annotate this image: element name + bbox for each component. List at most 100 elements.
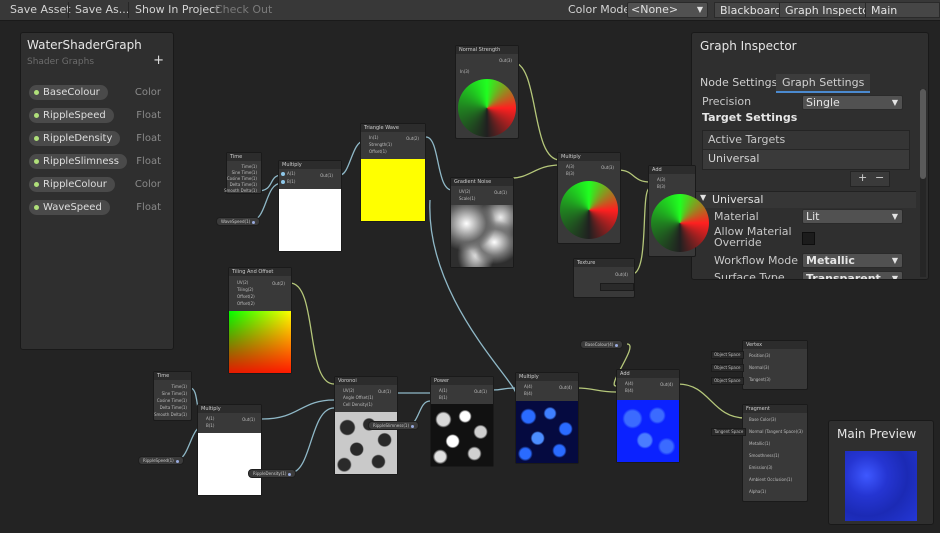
property-name: RippleDensity [43, 133, 113, 144]
surface-type-dropdown[interactable]: Transparent ▼ [802, 271, 903, 280]
port-label: Ambient Occlusion(1) [749, 477, 793, 482]
property-chip-ripple-slimness[interactable]: RippleSlimness(1) [368, 421, 420, 430]
port-label: Normal (Tangent Space)(3) [749, 429, 803, 434]
texture-slot[interactable] [600, 283, 634, 291]
node-time[interactable]: Time Time(1) Sine Time(1) Cosine Time(1)… [153, 371, 192, 421]
node-multiply[interactable]: Multiply A(3) B(3) Out(3) [557, 152, 621, 244]
property-row[interactable]: RippleSpeed Float [29, 108, 169, 123]
port-label: Out(4) [615, 272, 628, 277]
allow-override-checkbox[interactable] [802, 232, 815, 245]
property-name: RippleSpeed [43, 110, 106, 121]
node-title: Time [227, 153, 261, 161]
node-multiply[interactable]: Multiply A(1) B(1) Out(1) [197, 404, 262, 496]
port-dot-icon [175, 459, 179, 463]
master-stack-vertex[interactable]: Vertex Position(3) Normal(3) Tangent(3) [742, 340, 808, 390]
port-label: Out(3) [601, 165, 614, 170]
connection-wire [617, 169, 651, 183]
add-property-button[interactable]: + [153, 53, 164, 68]
property-name: RippleSlimness [43, 156, 119, 167]
property-chip-ripple-speed[interactable]: RippleSpeed(1) [138, 456, 184, 465]
active-targets-header: Active Targets [703, 131, 909, 150]
surface-type-value: Transparent [806, 272, 881, 280]
node-add[interactable]: Add A(4) B(4) Out(4) [616, 369, 680, 463]
port-label: Normal(3) [749, 365, 770, 370]
node-title: Triangle Wave [361, 124, 425, 132]
input-port[interactable] [281, 172, 285, 176]
node-normal-strength[interactable]: Normal Strength Out(3) In(3) [455, 45, 519, 139]
port-label: Out(4) [660, 382, 673, 387]
universal-section-label: Universal [712, 193, 764, 206]
property-row[interactable]: BaseColour Color [29, 85, 169, 100]
property-pill[interactable]: BaseColour [29, 85, 108, 100]
property-pill[interactable]: RippleDensity [29, 131, 121, 146]
property-row[interactable]: RippleColour Color [29, 177, 169, 192]
node-preview [229, 311, 291, 373]
property-pill[interactable]: RippleSlimness [29, 154, 127, 169]
property-chip-wave-speed[interactable]: WaveSpeed(1) [216, 217, 261, 226]
blackboard-subtitle: Shader Graphs [27, 57, 95, 67]
port-dot-icon [252, 220, 256, 224]
universal-section-header[interactable]: ▼ Universal [694, 191, 916, 208]
node-triangle-wave[interactable]: Triangle Wave In(1) Strength(1) Offset(1… [360, 123, 426, 222]
port-label: Metallic(1) [749, 441, 771, 446]
property-row[interactable]: RippleSlimness Float [29, 154, 169, 169]
port-label: Smoothness(1) [749, 453, 780, 458]
port-label: In(3) [460, 69, 470, 74]
node-title: Tiling And Offset [229, 268, 291, 276]
node-title: Time [154, 372, 191, 380]
property-pill[interactable]: WaveSpeed [29, 200, 110, 215]
property-row[interactable]: RippleDensity Float [29, 131, 169, 146]
node-preview [516, 401, 578, 463]
node-title: Multiply [279, 161, 341, 169]
tab-graph-settings[interactable]: Graph Settings [776, 74, 871, 93]
property-chip-ripple-density[interactable]: RippleDensity(1) [248, 469, 297, 478]
node-gradient-noise[interactable]: Gradient Noise UV(2) Scale(1) Out(1) [450, 177, 514, 268]
property-chip-base-colour[interactable]: BaseColour(4) [580, 340, 624, 349]
target-item-universal[interactable]: Universal [708, 152, 759, 165]
precision-value: Single [806, 96, 840, 109]
precision-dropdown[interactable]: Single ▼ [802, 95, 903, 110]
node-add[interactable]: Add A(3) B(3) [648, 165, 709, 257]
space-field[interactable]: Object Space [711, 351, 744, 359]
foldout-arrow-icon: ▼ [700, 193, 707, 202]
port-dot-icon [288, 472, 292, 476]
port-label: In(1) [369, 135, 379, 140]
node-multiply[interactable]: Multiply A(4) B(4) Out(4) [515, 372, 579, 464]
property-dot-icon [34, 205, 39, 210]
chip-label: RippleDensity(1) [253, 471, 287, 476]
node-multiply[interactable]: Multiply A(1) B(1) Out(1) [278, 160, 342, 252]
workflow-mode-dropdown[interactable]: Metallic ▼ [802, 253, 903, 268]
property-dot-icon [34, 182, 39, 187]
material-dropdown[interactable]: Lit ▼ [802, 209, 903, 224]
port-label: A(3) [657, 177, 666, 182]
port-label: A(1) [439, 388, 448, 393]
property-pill[interactable]: RippleColour [29, 177, 115, 192]
inspector-scrollbar[interactable] [920, 89, 926, 277]
tab-node-settings[interactable]: Node Settings [694, 74, 783, 91]
property-type: Color [134, 87, 161, 98]
surface-type-label: Surface Type [714, 271, 785, 280]
allow-override-label-2: Override [714, 236, 762, 249]
add-target-button[interactable]: + [858, 171, 867, 184]
node-time[interactable]: Time Time(1) Sine Time(1) Cosine Time(1)… [223, 152, 262, 194]
remove-target-button[interactable]: − [875, 171, 884, 184]
space-field[interactable]: Object Space [711, 377, 744, 385]
node-power[interactable]: Power A(1) B(1) Out(1) [430, 376, 494, 467]
property-dot-icon [34, 113, 39, 118]
tangent-space-field[interactable]: Tangent Space [711, 428, 747, 436]
property-type: Float [136, 156, 161, 167]
node-tiling-offset[interactable]: Tiling And Offset UV(2) Tiling(2) Offset… [228, 267, 292, 374]
inspector-scrollbar-thumb[interactable] [920, 89, 926, 179]
port-label: Smooth Delta(1) [223, 188, 257, 193]
port-label: Out(1) [242, 417, 255, 422]
master-stack-fragment[interactable]: Fragment Base Color(3) Normal (Tangent S… [742, 404, 808, 502]
property-row[interactable]: WaveSpeed Float [29, 200, 169, 215]
property-pill[interactable]: RippleSpeed [29, 108, 114, 123]
node-texture[interactable]: Texture Out(4) [573, 258, 635, 298]
preview-render[interactable] [845, 451, 917, 521]
input-port[interactable] [281, 180, 285, 184]
space-field[interactable]: Object Space [711, 364, 744, 372]
port-label: Delta Time(1) [159, 405, 187, 410]
node-title: Add [617, 370, 679, 378]
blackboard-panel: WaterShaderGraph Shader Graphs + BaseCol… [20, 32, 174, 350]
